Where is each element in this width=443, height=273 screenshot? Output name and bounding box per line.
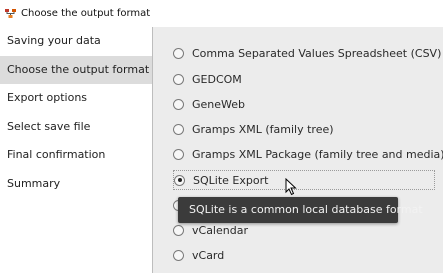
sidebar-item-final-confirmation: Final confirmation [7,148,106,161]
pointer-arrow-icon [285,178,297,196]
window-title: Choose the output format [21,8,151,19]
radio-button[interactable] [173,98,184,110]
radio-button[interactable] [173,148,184,160]
radio-button[interactable] [173,47,184,59]
radio-button[interactable] [173,249,184,261]
format-option-vcalendar[interactable]: vCalendar [173,220,436,240]
assistant-sidebar: Saving your data Choose the output forma… [0,27,153,273]
gramps-app-icon [5,9,16,18]
radio-button[interactable] [173,73,184,85]
radio-button[interactable] [173,123,184,135]
format-option-sqlite[interactable]: SQLite Export [173,170,435,190]
format-option-label: Gramps XML (family tree) [192,122,334,136]
format-option-gedcom[interactable]: GEDCOM [173,69,436,89]
format-option-label: SQLite Export [193,173,269,187]
format-option-csv[interactable]: Comma Separated Values Spreadsheet (CSV) [173,43,441,63]
title-bar: Choose the output format [0,0,443,27]
format-option-label: vCard [192,248,225,262]
format-option-label: GeneWeb [192,97,246,111]
format-option-label: GEDCOM [192,72,242,86]
radio-button[interactable] [173,224,184,236]
sidebar-item-export-options: Export options [7,91,88,104]
format-option-label: vCalendar [192,223,248,237]
sidebar-item-select-save-file: Select save file [7,119,91,133]
sidebar-item-saving-your-data: Saving your data [7,34,101,47]
format-option-vcard[interactable]: vCard [173,245,436,265]
format-option-gramps-xml[interactable]: Gramps XML (family tree) [173,119,436,139]
format-option-label: Gramps XML Package (family tree and medi… [192,147,443,161]
tooltip: SQLite is a common local database format [178,197,423,223]
format-options-panel: Comma Separated Values Spreadsheet (CSV)… [153,27,443,273]
sidebar-item-choose-output-format: Choose the output format [0,55,152,84]
sidebar-item-summary: Summary [7,176,61,190]
format-option-label: Comma Separated Values Spreadsheet (CSV) [192,46,442,60]
format-option-geneweb[interactable]: GeneWeb [173,94,436,114]
radio-button-selected[interactable] [174,174,185,186]
format-option-gramps-xml-package[interactable]: Gramps XML Package (family tree and medi… [173,144,443,164]
